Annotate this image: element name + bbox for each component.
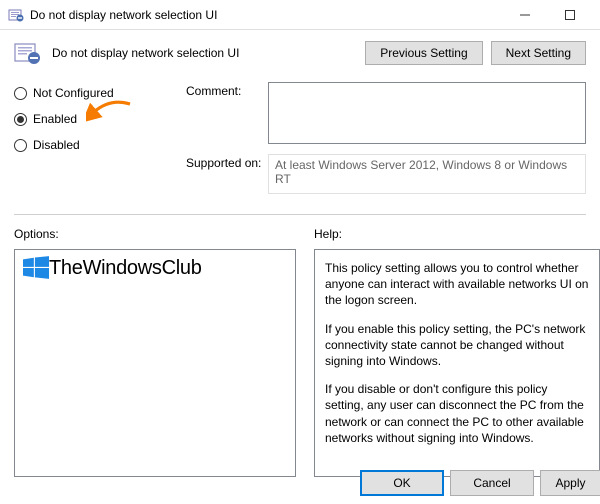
previous-setting-button[interactable]: Previous Setting [365, 41, 482, 65]
comment-textarea[interactable] [268, 82, 586, 144]
next-setting-button[interactable]: Next Setting [491, 41, 586, 65]
radio-not-configured[interactable]: Not Configured [14, 86, 186, 100]
header-row: Do not display network selection UI Prev… [0, 30, 600, 76]
radio-icon [14, 87, 27, 100]
radio-icon [14, 113, 27, 126]
window-titlebar: Do not display network selection UI [0, 0, 600, 30]
options-panel: TheWindowsClub [14, 249, 296, 477]
radio-icon [14, 139, 27, 152]
supported-on-text: At least Windows Server 2012, Windows 8 … [268, 154, 586, 194]
help-paragraph: If you enable this policy setting, the P… [325, 321, 589, 370]
cancel-button[interactable]: Cancel [450, 470, 534, 496]
setting-title: Do not display network selection UI [50, 46, 357, 60]
minimize-button[interactable] [502, 1, 547, 29]
radio-disabled[interactable]: Disabled [14, 138, 186, 152]
radio-enabled[interactable]: Enabled [14, 112, 186, 126]
ok-button[interactable]: OK [360, 470, 444, 496]
windows-logo-icon [23, 256, 49, 280]
comment-label: Comment: [186, 82, 268, 144]
radio-label: Disabled [33, 138, 80, 152]
radio-label: Not Configured [33, 86, 114, 100]
help-paragraph: If you disable or don't configure this p… [325, 381, 589, 446]
apply-button[interactable]: Apply [540, 470, 600, 496]
window-title: Do not display network selection UI [30, 8, 502, 22]
radio-label: Enabled [33, 112, 77, 126]
dialog-footer: OK Cancel Apply [360, 462, 600, 504]
help-text: This policy setting allows you to contro… [314, 249, 600, 477]
policy-icon [8, 7, 24, 23]
maximize-button[interactable] [547, 1, 592, 29]
help-label: Help: [314, 227, 600, 241]
watermark-text: TheWindowsClub [49, 257, 202, 280]
options-label: Options: [14, 227, 296, 241]
supported-on-label: Supported on: [186, 154, 268, 194]
policy-large-icon [14, 40, 42, 66]
watermark: TheWindowsClub [23, 256, 202, 280]
help-paragraph: This policy setting allows you to contro… [325, 260, 589, 309]
